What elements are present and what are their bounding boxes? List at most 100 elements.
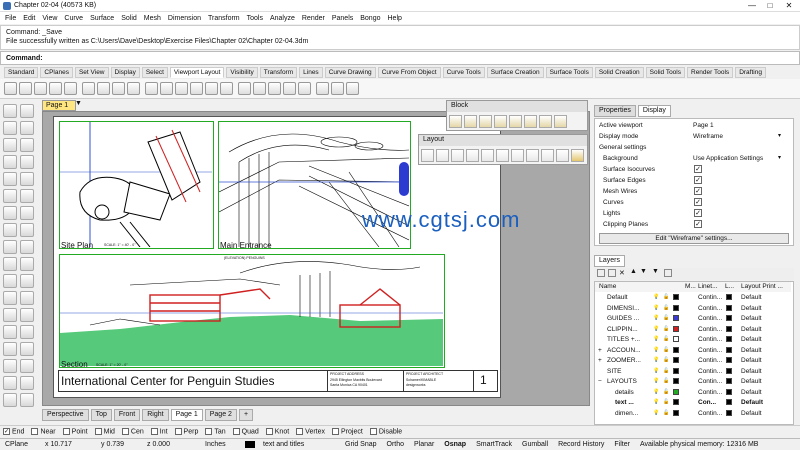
status-planar[interactable]: Planar [409,441,439,448]
tools-icon[interactable] [664,269,672,277]
tab-display[interactable]: Display [110,67,140,78]
layer-row[interactable]: details 💡 🔓 Contin... Default [595,388,791,398]
layer-linetype[interactable]: Contin... [698,389,722,396]
layer-expander[interactable]: + [598,357,602,364]
new-sublayer-icon[interactable] [608,269,616,277]
four-viewports-icon[interactable] [238,82,251,95]
tab-standard[interactable]: Standard [4,67,39,78]
lightbulb-icon[interactable]: 💡 [653,410,659,416]
surface-isocurves-row[interactable]: Surface Isocurves ✓ [595,164,791,175]
layout-print-icon[interactable] [541,149,554,162]
lightbulb-icon[interactable]: 💡 [653,347,659,353]
layer-row[interactable]: TITLES +... 💡 🔓 Contin... Default [595,335,791,345]
layer-color-swatch[interactable] [673,315,679,321]
layer-print-width[interactable]: Default [741,347,762,354]
mirror-icon[interactable] [3,291,17,305]
layer-row[interactable]: text ... 💡 🔓 Con... Default [595,398,791,408]
fillet-icon[interactable] [3,342,17,356]
print-color-swatch[interactable] [726,304,732,311]
layer-color-swatch[interactable] [673,378,679,384]
rendered-display-icon[interactable] [331,82,344,95]
arc-icon[interactable] [20,155,34,169]
lightbulb-icon[interactable]: 💡 [653,357,659,363]
print-color-swatch[interactable] [726,378,732,384]
minimize-button[interactable]: — [745,1,759,11]
checkbox-icon[interactable]: ✓ [694,198,702,206]
lock-icon[interactable]: 🔓 [663,399,669,405]
edit-block-icon[interactable] [494,115,507,128]
text-icon[interactable] [20,359,34,373]
tab-solid-creation[interactable]: Solid Creation [594,67,644,78]
split-icon[interactable] [20,308,34,322]
layer-print-width[interactable]: Default [741,399,763,406]
layer-linetype[interactable]: Contin... [698,357,722,364]
lock-icon[interactable]: 🔓 [663,378,669,384]
layer-color-swatch[interactable] [673,346,679,353]
command-history[interactable]: Command: _Save File successfully written… [0,25,800,50]
osnap-quad[interactable]: Quad [232,427,259,435]
layer-color-swatch[interactable] [673,399,679,405]
title-block[interactable]: International Center for Penguin Studies… [58,370,498,392]
layer-row[interactable]: Default 💡 🔓 Contin... Default [595,293,791,303]
menu-solid[interactable]: Solid [121,15,137,22]
layer-print-width[interactable]: Default [741,368,762,375]
site-plan-detail[interactable] [59,121,214,249]
polyline-icon[interactable] [3,121,17,135]
menu-dimension[interactable]: Dimension [168,15,201,22]
layer-name[interactable]: TITLES +... [607,336,640,343]
viewport-tab-front[interactable]: Front [113,409,141,421]
tab-visibility[interactable]: Visibility [226,67,258,78]
pan-hand-icon[interactable] [145,82,158,95]
lightbulb-icon[interactable]: 💡 [653,336,659,342]
clipping-planes-row[interactable]: Clipping Planes ✓ [595,219,791,230]
print-color-swatch[interactable] [726,294,732,300]
checkbox-icon[interactable]: ✓ [694,187,702,195]
print-color-swatch[interactable] [726,336,732,342]
status-units[interactable]: Inches [200,441,240,448]
osnap-mid[interactable]: Mid [94,427,115,435]
save-icon[interactable] [34,82,47,95]
viewport-tab-page-1[interactable]: Page 1 [170,409,203,421]
shaded-display-icon[interactable] [316,82,329,95]
new-file-icon[interactable] [4,82,17,95]
box-solid-icon[interactable] [3,206,17,220]
tab-solid-tools[interactable]: Solid Tools [645,67,685,78]
tab-surface-tools[interactable]: Surface Tools [545,67,593,78]
print-color-swatch[interactable] [726,325,732,332]
print-color-swatch[interactable] [726,399,732,405]
boolean-difference-icon[interactable] [20,240,34,254]
layer-linetype[interactable]: Contin... [698,326,722,333]
chevron-down-icon[interactable]: ▾ [778,132,781,139]
osnap-cen[interactable]: Cen [121,427,144,435]
layer-color-swatch[interactable] [673,357,679,363]
checkbox-icon[interactable] [94,427,102,435]
menu-render[interactable]: Render [302,15,325,22]
layer-row[interactable]: SITE 💡 🔓 Contin... Default [595,367,791,377]
osnap-vertex[interactable]: Vertex [296,427,325,435]
cut-icon[interactable] [82,82,95,95]
line-icon[interactable] [20,121,34,135]
block-floating-toolbar[interactable]: Block [446,100,588,131]
checkbox-icon[interactable] [332,427,340,435]
layer-name[interactable]: SITE [607,368,621,375]
layer-expander[interactable]: − [598,378,602,385]
layer-color-swatch[interactable] [673,388,679,395]
printer-icon[interactable] [346,82,359,95]
copy-icon[interactable] [97,82,110,95]
rectangle-icon[interactable] [3,189,17,203]
import-icon[interactable] [64,82,77,95]
mesh-wires-row[interactable]: Mesh Wires ✓ [595,186,791,197]
status-gumball[interactable]: Gumball [517,441,553,448]
tab-curve-from-object[interactable]: Curve From Object [377,67,441,78]
layer-linetype[interactable]: Contin... [698,347,722,354]
new-layer-icon[interactable] [597,269,605,277]
status-ortho[interactable]: Ortho [382,441,410,448]
tab-select[interactable]: Select [141,67,168,78]
layer-row[interactable]: − LAYOUTS 💡 🔓 Contin... Default [595,377,791,387]
lock-icon[interactable]: 🔓 [663,368,669,374]
checkbox-icon[interactable]: ✓ [694,165,702,173]
layer-name[interactable]: details [615,389,634,396]
lightbulb-icon[interactable]: 💡 [653,305,659,311]
print-color-swatch[interactable] [726,357,732,363]
tab-lines[interactable]: Lines [299,67,323,78]
